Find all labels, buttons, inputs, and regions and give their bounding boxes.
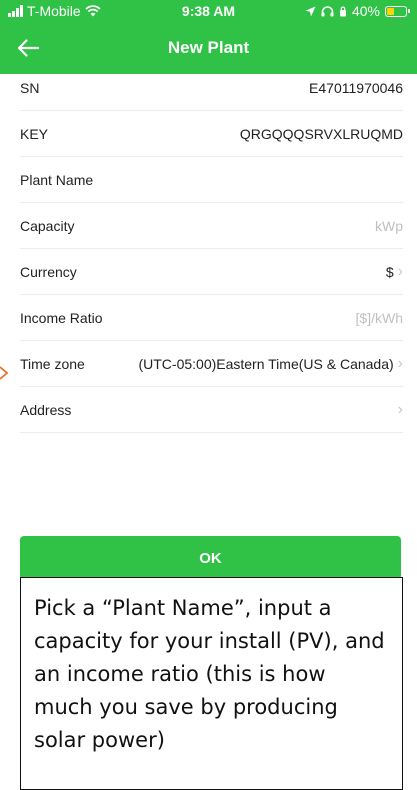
battery-icon [385, 5, 410, 17]
currency-select[interactable]: $ › [385, 262, 403, 280]
sn-value: E47011970046 [309, 79, 403, 96]
location-arrow-icon [305, 6, 316, 16]
chevron-right-icon: › [397, 262, 403, 280]
time-zone-select[interactable]: (UTC-05:00)Eastern Time(US & Canada) › [138, 354, 403, 372]
address-select[interactable]: › [394, 400, 403, 418]
chevron-right-icon: › [397, 354, 403, 372]
chevron-right-icon: › [397, 400, 403, 418]
annotation-arrow-icon [0, 366, 8, 380]
currency-label: Currency [20, 263, 77, 280]
address-label: Address [20, 401, 72, 418]
status-bar: T-Mobile 9:38 AM 40% [0, 0, 417, 22]
orientation-lock-icon [339, 6, 346, 16]
battery-level [387, 7, 394, 15]
capacity-label: Capacity [20, 217, 75, 234]
time-zone-label: Time zone [20, 355, 85, 372]
time-zone-value: (UTC-05:00)Eastern Time(US & Canada) [138, 355, 394, 372]
key-value: QRGQQQSRVXLRUQMD [239, 125, 403, 142]
key-label: KEY [20, 125, 49, 142]
status-right: 40% [305, 3, 410, 19]
battery-percent: 40% [351, 3, 380, 19]
income-ratio-label: Income Ratio [20, 309, 103, 326]
sn-row: SN E47011970046 [20, 65, 403, 111]
key-row: KEY QRGQQQSRVXLRUQMD [20, 111, 403, 157]
sn-label: SN [20, 79, 40, 96]
plant-name-label: Plant Name [20, 171, 94, 188]
new-plant-form: SN E47011970046 KEY QRGQQQSRVXLRUQMD Pla… [20, 65, 403, 433]
capacity-row[interactable]: Capacity kWp [20, 203, 403, 249]
time-zone-row[interactable]: Time zone (UTC-05:00)Eastern Time(US & C… [20, 341, 403, 387]
currency-row[interactable]: Currency $ › [20, 249, 403, 295]
ok-button[interactable]: OK [20, 536, 401, 580]
capacity-input[interactable]: kWp [375, 218, 403, 234]
headphones-icon [321, 5, 334, 16]
currency-value: $ [385, 263, 394, 280]
plant-name-row[interactable]: Plant Name [20, 157, 403, 203]
income-ratio-input[interactable]: [$]/kWh [356, 310, 403, 326]
instruction-callout: Pick a “Plant Name”, input a capacity fo… [20, 577, 403, 790]
address-row[interactable]: Address › [20, 387, 403, 433]
page-title: New Plant [167, 38, 250, 57]
income-ratio-row[interactable]: Income Ratio [$]/kWh [20, 295, 403, 341]
